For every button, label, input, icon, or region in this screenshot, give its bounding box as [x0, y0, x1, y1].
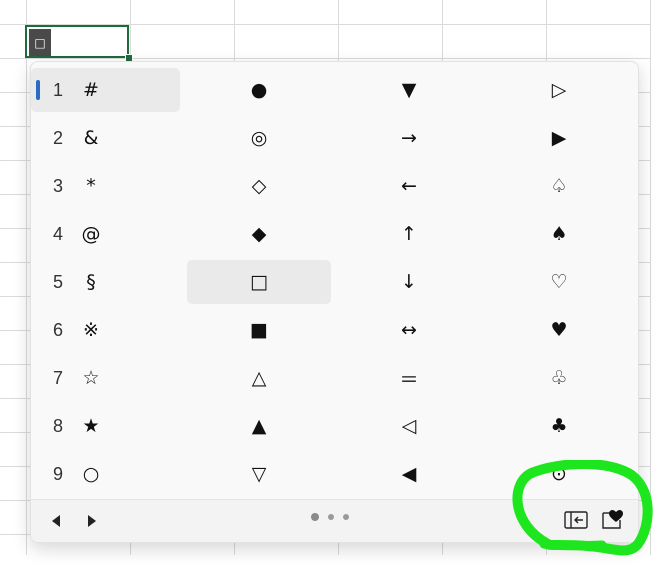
- symbol-glyph: #: [83, 79, 99, 101]
- page-dot-active[interactable]: [311, 513, 319, 521]
- symbol-glyph: §: [86, 271, 96, 293]
- symbol-glyph: ♥: [550, 319, 568, 341]
- symbol-item[interactable]: ▼: [337, 68, 481, 112]
- symbol-item[interactable]: →: [337, 116, 481, 160]
- symbol-item[interactable]: ▲: [187, 404, 331, 448]
- previous-page-icon[interactable]: [45, 509, 69, 533]
- symbol-glyph: ▼: [401, 79, 417, 101]
- symbol-item[interactable]: ♤: [487, 164, 631, 208]
- symbol-shortcut-number: 1: [53, 79, 64, 100]
- symbol-item[interactable]: ↑: [337, 212, 481, 256]
- symbol-column-1: 1 # 2 & 3 * 4 @ 5 § 6 ※ 7 ☆ 8 ★ 9 ○: [31, 68, 181, 500]
- symbol-glyph: ⊙: [551, 463, 567, 485]
- symbol-item[interactable]: ＝: [337, 356, 481, 400]
- symbol-glyph: →: [401, 127, 417, 149]
- symbol-item[interactable]: ■: [187, 308, 331, 352]
- symbol-shortcut-number: 7: [53, 367, 64, 388]
- picker-footer: [31, 499, 638, 542]
- symbol-item-hovered[interactable]: □: [187, 260, 331, 304]
- symbol-glyph: ↑: [401, 223, 417, 245]
- symbol-glyph: @: [81, 223, 101, 245]
- symbol-item[interactable]: 5 §: [31, 260, 181, 304]
- symbol-glyph: ▷: [551, 79, 567, 101]
- symbol-shortcut-number: 6: [53, 319, 64, 340]
- symbol-item[interactable]: 8 ★: [31, 404, 181, 448]
- symbol-item[interactable]: ↓: [337, 260, 481, 304]
- symbol-glyph: ▲: [251, 415, 267, 437]
- symbol-item[interactable]: ♡: [487, 260, 631, 304]
- symbol-glyph: ☆: [82, 367, 100, 389]
- symbol-item[interactable]: ←: [337, 164, 481, 208]
- symbol-item[interactable]: ◁: [337, 404, 481, 448]
- symbol-glyph: ♣: [550, 415, 568, 437]
- page-dot[interactable]: [343, 514, 349, 520]
- symbol-item[interactable]: 3 *: [31, 164, 181, 208]
- symbol-glyph: ↓: [401, 271, 417, 293]
- symbol-item[interactable]: ●: [187, 68, 331, 112]
- symbol-item[interactable]: 2 &: [31, 116, 181, 160]
- next-page-icon[interactable]: [79, 509, 103, 533]
- symbol-glyph: ♧: [550, 367, 568, 389]
- symbol-shortcut-number: 9: [53, 463, 64, 484]
- symbol-glyph: ←: [401, 175, 417, 197]
- symbol-item[interactable]: 7 ☆: [31, 356, 181, 400]
- symbol-glyph: ◇: [251, 175, 267, 197]
- symbol-shortcut-number: 5: [53, 271, 64, 292]
- symbol-glyph: ○: [82, 463, 100, 485]
- symbol-glyph: ↔: [401, 319, 417, 341]
- symbol-glyph: ▽: [251, 463, 267, 485]
- symbol-item[interactable]: 4 @: [31, 212, 181, 256]
- symbol-item[interactable]: ▷: [487, 68, 631, 112]
- symbol-item[interactable]: ◆: [187, 212, 331, 256]
- symbol-shortcut-number: 3: [53, 175, 64, 196]
- symbol-shortcut-number: 4: [53, 223, 64, 244]
- symbol-item[interactable]: ♣: [487, 404, 631, 448]
- symbol-item[interactable]: ♠: [487, 212, 631, 256]
- symbol-glyph: ＝: [399, 368, 419, 391]
- symbol-item[interactable]: ▽: [187, 452, 331, 496]
- heart-box-icon[interactable]: [599, 506, 625, 532]
- symbol-column-2: ● ◎ ◇ ◆ □ ■ △ ▲ ▽: [187, 68, 331, 500]
- symbol-item[interactable]: ↔: [337, 308, 481, 352]
- symbol-shortcut-number: 8: [53, 415, 64, 436]
- symbol-glyph: ♠: [550, 223, 568, 245]
- symbol-glyph: ※: [83, 319, 99, 341]
- panel-back-icon[interactable]: [563, 508, 589, 532]
- symbol-picker-panel: 1 # 2 & 3 * 4 @ 5 § 6 ※ 7 ☆ 8 ★ 9 ○ ● ◎ …: [30, 61, 639, 543]
- symbol-glyph: ■: [250, 319, 268, 341]
- symbol-item[interactable]: 9 ○: [31, 452, 181, 496]
- symbol-item[interactable]: 1 #: [31, 68, 180, 112]
- symbol-column-3: ▼ → ← ↑ ↓ ↔ ＝ ◁ ◀: [337, 68, 481, 500]
- symbol-glyph: ◁: [401, 415, 417, 437]
- symbol-item[interactable]: ♧: [487, 356, 631, 400]
- symbol-item[interactable]: ♥: [487, 308, 631, 352]
- symbol-glyph: ▶: [551, 127, 567, 149]
- symbol-glyph: □: [250, 271, 268, 293]
- symbol-glyph: △: [251, 367, 267, 389]
- symbol-shortcut-number: 2: [53, 127, 64, 148]
- symbol-glyph: *: [86, 175, 96, 197]
- symbol-item[interactable]: ⊙: [487, 452, 631, 496]
- symbol-item[interactable]: ▶: [487, 116, 631, 160]
- page-indicator[interactable]: [311, 513, 349, 521]
- symbol-glyph: ♡: [550, 271, 568, 293]
- symbol-glyph: ●: [250, 79, 268, 101]
- focus-indicator: [36, 80, 40, 100]
- symbol-item[interactable]: ◇: [187, 164, 331, 208]
- symbol-glyph: ♤: [550, 175, 568, 197]
- symbol-glyph: ◎: [250, 127, 268, 149]
- symbol-item[interactable]: 6 ※: [31, 308, 181, 352]
- page-dot[interactable]: [328, 514, 334, 520]
- symbol-glyph: &: [83, 127, 99, 149]
- symbol-item[interactable]: ◀: [337, 452, 481, 496]
- active-cell[interactable]: □: [25, 25, 129, 58]
- symbol-item[interactable]: △: [187, 356, 331, 400]
- symbol-glyph: ◀: [401, 463, 417, 485]
- symbol-glyph: ★: [82, 415, 100, 437]
- active-cell-content: □: [29, 29, 51, 56]
- symbol-column-4: ▷ ▶ ♤ ♠ ♡ ♥ ♧ ♣ ⊙: [487, 68, 631, 500]
- symbol-item[interactable]: ◎: [187, 116, 331, 160]
- symbol-glyph: ◆: [251, 223, 267, 245]
